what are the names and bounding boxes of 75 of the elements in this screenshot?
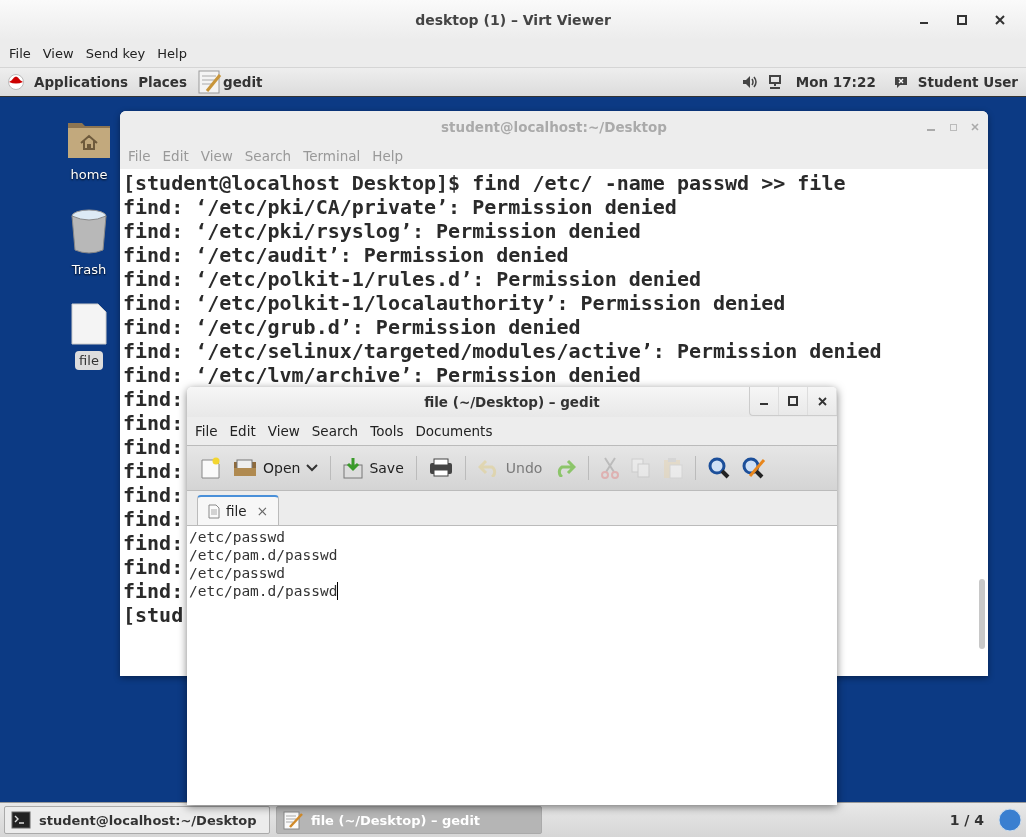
open-button[interactable]: Open: [229, 456, 323, 480]
text-line: /etc/passwd: [189, 564, 286, 582]
search-icon: [708, 457, 731, 479]
hat-logo-icon[interactable]: [8, 74, 24, 90]
terminal-line: find: ‘/etc/pki/rsyslog’: Permission denied: [123, 219, 641, 243]
menu-item[interactable]: Documents: [409, 423, 499, 439]
menu-item[interactable]: Search: [305, 423, 365, 439]
applications-menu[interactable]: Applications: [34, 74, 129, 90]
taskbar-window-button[interactable]: student@localhost:~/Desktop: [4, 806, 270, 834]
terminal-line: find: ‘/etc/audit’: Permission denied: [123, 243, 569, 267]
terminal-line: find: ‘/etc/polkit-1/localauthority’: Permission denied: [123, 291, 786, 315]
chat-icon[interactable]: [893, 75, 908, 89]
terminal-icon: [11, 811, 31, 829]
terminal-line: find: ‘/etc/grub.d’: Permission denied: [123, 315, 581, 339]
document-icon[interactable]: [71, 303, 107, 345]
clock[interactable]: Mon 17:22: [795, 74, 876, 90]
terminal-line: find:: [123, 531, 184, 555]
desktop-icon-label[interactable]: Trash: [67, 260, 111, 279]
clipboard-icon: [663, 457, 684, 479]
text-editor-area[interactable]: /etc/passwd /etc/pam.d/passwd /etc/passwd /etc/pam.d/passwd: [187, 526, 837, 805]
window-title: file (~/Desktop) – gedit: [424, 394, 600, 410]
menu-item[interactable]: File: [189, 423, 224, 439]
search-pencil-icon: [742, 457, 767, 479]
menu-item[interactable]: View: [36, 46, 80, 61]
notification-icon[interactable]: [998, 808, 1022, 832]
document-icon: [208, 503, 220, 519]
scissors-icon: [601, 457, 620, 479]
window-title: student@localhost:~/Desktop: [441, 119, 667, 135]
terminal-line: find:: [123, 579, 184, 603]
terminal-line: [stud: [123, 603, 184, 627]
terminal-line: find:: [123, 411, 184, 435]
document-tab[interactable]: file ×: [197, 495, 280, 525]
close-icon: [971, 123, 979, 131]
window-title: desktop (1) – Virt Viewer: [415, 12, 611, 28]
terminal-line: find: ‘/etc/polkit-1/rules.d’: Permission denied: [123, 267, 701, 291]
terminal-line: find: ‘/etc/selinux/targeted/modules/active’: Permission denied: [123, 339, 882, 363]
text-line: /etc/pam.d/passwd: [189, 582, 339, 600]
menu-item[interactable]: File: [3, 46, 37, 61]
app-menu[interactable]: gedit: [223, 74, 263, 90]
folder-icon: [233, 459, 257, 477]
text-line: /etc/passwd: [189, 528, 286, 546]
new-document-icon: [201, 457, 221, 479]
terminal-line: find:: [123, 435, 184, 459]
printer-icon: [428, 458, 453, 478]
menu-item[interactable]: Edit: [223, 423, 262, 439]
terminal-line: find:: [123, 555, 184, 579]
terminal-line: find:: [123, 483, 184, 507]
menu-item[interactable]: View: [261, 423, 306, 439]
terminal-line: find: ‘/etc/pki/CA/private’: Permission denied: [123, 195, 677, 219]
text-line: /etc/pam.d/passwd: [189, 546, 338, 564]
user-menu[interactable]: Student User: [917, 74, 1018, 90]
scrollbar[interactable]: [979, 579, 985, 649]
workspace-indicator[interactable]: 1 / 4: [949, 812, 984, 828]
desktop-icon-label[interactable]: file: [75, 351, 103, 370]
trash-can-icon[interactable]: [70, 208, 108, 254]
places-menu[interactable]: Places: [138, 74, 187, 90]
caret-icon: [306, 464, 319, 472]
terminal-line: find:: [123, 459, 184, 483]
terminal-line: find: ‘/etc/lvm/archive’: Permission denied: [123, 363, 641, 387]
text-editor-icon: [283, 810, 303, 830]
close-tab-button[interactable]: ×: [256, 503, 269, 519]
terminal-line: [student@localhost Desktop]$ find /etc/ -name passwd >> file: [123, 171, 846, 195]
close-icon: [817, 396, 827, 406]
menu-item[interactable]: Help: [151, 46, 193, 61]
menu-item[interactable]: Send key: [79, 46, 152, 61]
terminal-line: find:: [123, 387, 184, 411]
desktop-icon-label[interactable]: home: [66, 165, 112, 184]
close-icon: [995, 15, 1005, 25]
copy-icon: [631, 458, 652, 478]
speaker-icon[interactable]: [741, 75, 758, 89]
terminal-line: find:: [123, 507, 184, 531]
network-icon[interactable]: [767, 75, 782, 89]
menu-item[interactable]: Tools: [364, 423, 410, 439]
save-button[interactable]: Save: [339, 454, 408, 482]
save-icon: [343, 457, 364, 479]
